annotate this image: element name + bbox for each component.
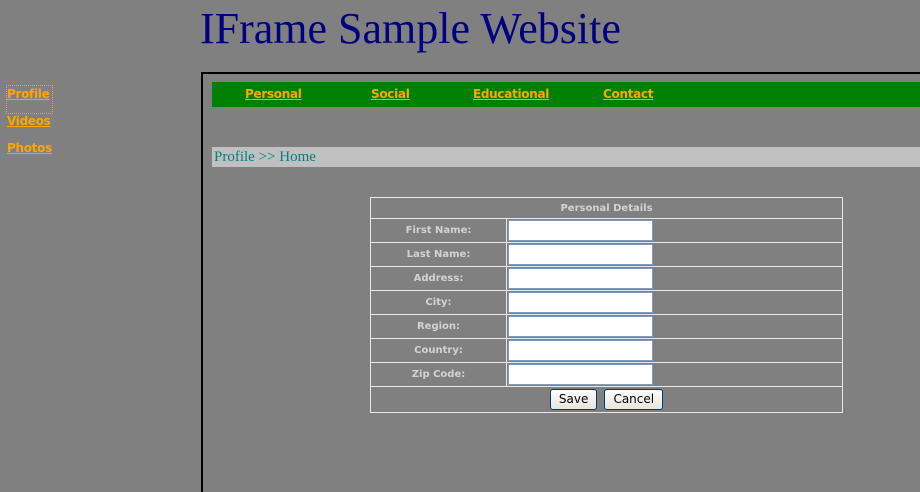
top-nav-social-link[interactable]: Social xyxy=(371,82,410,107)
country-input[interactable] xyxy=(508,340,653,361)
zip-code-input[interactable] xyxy=(508,364,653,385)
region-label: Region: xyxy=(370,314,507,339)
content-iframe: Personal Social Educational Contact Prof… xyxy=(201,72,920,492)
personal-details-form: Personal Details First Name: Last Name: … xyxy=(370,197,843,413)
city-label: City: xyxy=(370,290,507,315)
form-header: Personal Details xyxy=(370,197,843,219)
left-nav-photos-link[interactable]: Photos xyxy=(7,140,52,167)
breadcrumb: Profile >> Home xyxy=(212,147,920,167)
top-nav-bar: Personal Social Educational Contact xyxy=(212,82,920,107)
first-name-label: First Name: xyxy=(370,218,507,243)
country-label: Country: xyxy=(370,338,507,363)
city-input[interactable] xyxy=(508,292,653,313)
address-label: Address: xyxy=(370,266,507,291)
top-nav-contact-link[interactable]: Contact xyxy=(603,82,653,107)
site-title: IFrame Sample Website xyxy=(200,4,621,53)
save-button[interactable]: Save xyxy=(549,389,598,410)
zip-code-label: Zip Code: xyxy=(370,362,507,387)
cancel-button[interactable]: Cancel xyxy=(604,389,664,410)
left-nav-videos-link[interactable]: Videos xyxy=(7,113,52,140)
left-nav: Profile Videos Photos xyxy=(6,85,53,167)
address-input[interactable] xyxy=(508,268,653,289)
first-name-input[interactable] xyxy=(508,220,653,241)
region-input[interactable] xyxy=(508,316,653,337)
top-nav-personal-link[interactable]: Personal xyxy=(245,82,302,107)
last-name-input[interactable] xyxy=(508,244,653,265)
left-nav-profile-link[interactable]: Profile xyxy=(6,85,53,114)
top-nav-educational-link[interactable]: Educational xyxy=(473,82,549,107)
last-name-label: Last Name: xyxy=(370,242,507,267)
form-actions: Save Cancel xyxy=(370,386,843,413)
